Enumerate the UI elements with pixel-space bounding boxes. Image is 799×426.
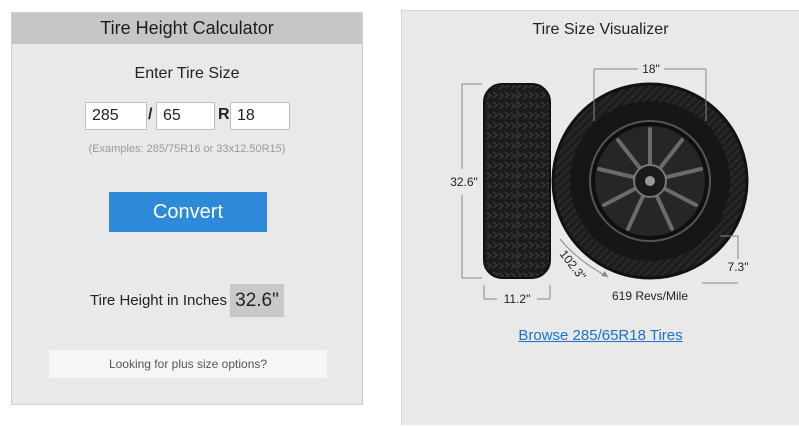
plus-size-options-button[interactable]: Looking for plus size options?: [49, 350, 327, 378]
slash-separator: /: [148, 106, 153, 123]
rim-dimension-label: 18": [642, 62, 660, 76]
browse-tires-link[interactable]: Browse 285/65R18 Tires: [402, 327, 799, 344]
examples-hint: (Examples: 285/75R16 or 33x12.50R15): [88, 143, 286, 155]
tire-height-label: Tire Height in Inches: [90, 292, 228, 309]
convert-button[interactable]: Convert: [109, 192, 267, 232]
tire-diagram: 32.6" 11.2" 18" 7.3" 102.3" 619 Revs/Mil…: [450, 62, 749, 306]
tire-tread-view: [483, 83, 551, 279]
tire-width-input[interactable]: [85, 102, 147, 130]
tire-size-inputs: / R: [12, 102, 362, 130]
tire-wheel-view: [551, 82, 749, 280]
tire-height-value: 32.6": [230, 284, 284, 317]
tire-size-visualizer-panel: Tire Size Visualizer 32.6" 11.2" 18" 7.3…: [401, 10, 799, 425]
rim-diameter-input[interactable]: [230, 102, 290, 130]
calculator-title: Tire Height Calculator: [12, 13, 362, 44]
enter-tire-size-label: Enter Tire Size: [134, 65, 240, 82]
tire-height-calculator-panel: Tire Height Calculator Enter Tire Size /…: [11, 12, 363, 405]
aspect-ratio-input[interactable]: [156, 102, 215, 130]
sidewall-dimension-label: 7.3": [728, 260, 749, 274]
revs-per-mile-label: 619 Revs/Mile: [612, 289, 688, 303]
height-dimension-label: 32.6": [450, 175, 478, 189]
r-separator: R: [218, 106, 230, 123]
width-dimension-label: 11.2": [504, 292, 531, 306]
